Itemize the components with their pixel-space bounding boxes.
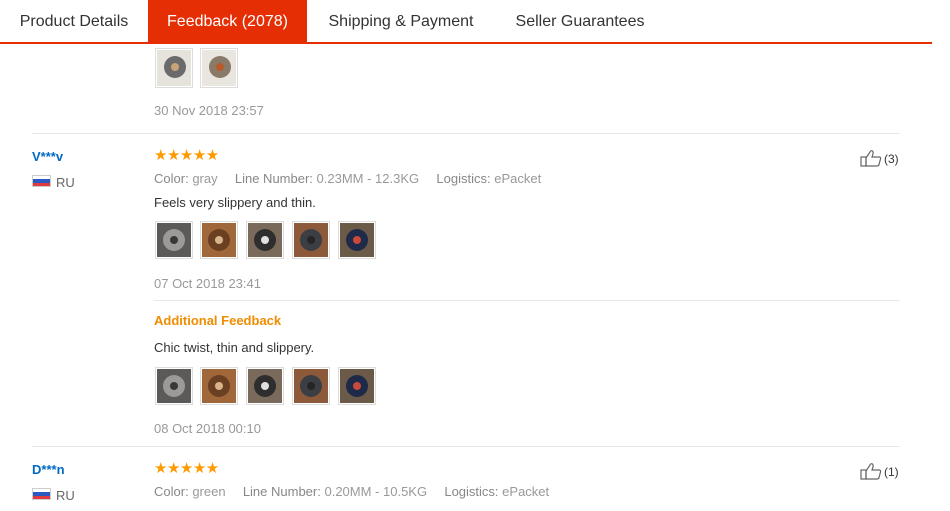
attr-value: 0.23MM - 12.3KG — [316, 171, 420, 186]
tab-shipping-payment[interactable]: Shipping & Payment — [307, 0, 495, 42]
reviewer-country: RU — [56, 175, 75, 190]
additional-feedback-text: Chic twist, thin and slippery. — [154, 340, 315, 355]
helpful-count: (3) — [884, 152, 899, 166]
review-photo-thumbnail[interactable] — [338, 367, 376, 405]
attr-value: green — [192, 484, 226, 499]
review-photo-thumbnail[interactable] — [155, 48, 193, 88]
attr-key: Color: — [154, 484, 189, 499]
helpful-button[interactable] — [860, 462, 882, 485]
attr-value: ePacket — [494, 171, 542, 186]
review-divider — [32, 446, 900, 447]
additional-feedback-date: 08 Oct 2018 00:10 — [154, 421, 261, 436]
attr-key: Line Number: — [242, 484, 321, 499]
tab-product-details[interactable]: Product Details — [0, 0, 148, 42]
review-divider — [32, 133, 900, 134]
russia-flag-icon — [32, 175, 51, 187]
star-rating: ★★★★★ — [154, 460, 219, 477]
review-date: 30 Nov 2018 23:57 — [154, 103, 264, 118]
review-photo-thumbnail[interactable] — [338, 221, 376, 259]
order-attributes: Color: green Line Number: 0.20MM - 10.5K… — [154, 484, 549, 499]
review-photo-thumbnail[interactable] — [246, 367, 284, 405]
helpful-button[interactable] — [860, 149, 882, 172]
review-photo-thumbnail[interactable] — [292, 367, 330, 405]
review-photo-thumbnail[interactable] — [292, 221, 330, 259]
attr-value: ePacket — [502, 484, 550, 499]
review-photo-thumbnail[interactable] — [200, 48, 238, 88]
review-divider — [154, 300, 900, 301]
order-attributes: Color: gray Line Number: 0.23MM - 12.3KG… — [154, 171, 541, 186]
review-photo-thumbnail[interactable] — [155, 367, 193, 405]
tab-seller-guarantees[interactable]: Seller Guarantees — [495, 0, 665, 42]
reviewer-name[interactable]: D***n — [32, 462, 65, 477]
attr-key: Line Number: — [234, 171, 313, 186]
tab-feedback[interactable]: Feedback (2078) — [148, 0, 307, 42]
russia-flag-icon — [32, 488, 51, 500]
review-photo-thumbnail[interactable] — [155, 221, 193, 259]
additional-feedback-heading: Additional Feedback — [154, 313, 282, 328]
attr-key: Color: — [154, 171, 189, 186]
review-photo-thumbnail[interactable] — [246, 221, 284, 259]
review-text: Feels very slippery and thin. — [154, 195, 316, 210]
review-photo-thumbnail[interactable] — [200, 367, 238, 405]
thumbs-up-icon — [860, 463, 882, 480]
attr-value: gray — [192, 171, 218, 186]
review-date: 07 Oct 2018 23:41 — [154, 276, 261, 291]
reviewer-name[interactable]: V***v — [32, 149, 63, 164]
attr-key: Logistics: — [444, 484, 499, 499]
tab-bar: Product Details Feedback (2078) Shipping… — [0, 0, 932, 44]
reviewer-country: RU — [56, 488, 75, 503]
helpful-count: (1) — [884, 465, 899, 479]
attr-value: 0.20MM - 10.5KG — [324, 484, 428, 499]
attr-key: Logistics: — [436, 171, 491, 186]
star-rating: ★★★★★ — [154, 147, 219, 164]
thumbs-up-icon — [860, 150, 882, 167]
review-photo-thumbnail[interactable] — [200, 221, 238, 259]
